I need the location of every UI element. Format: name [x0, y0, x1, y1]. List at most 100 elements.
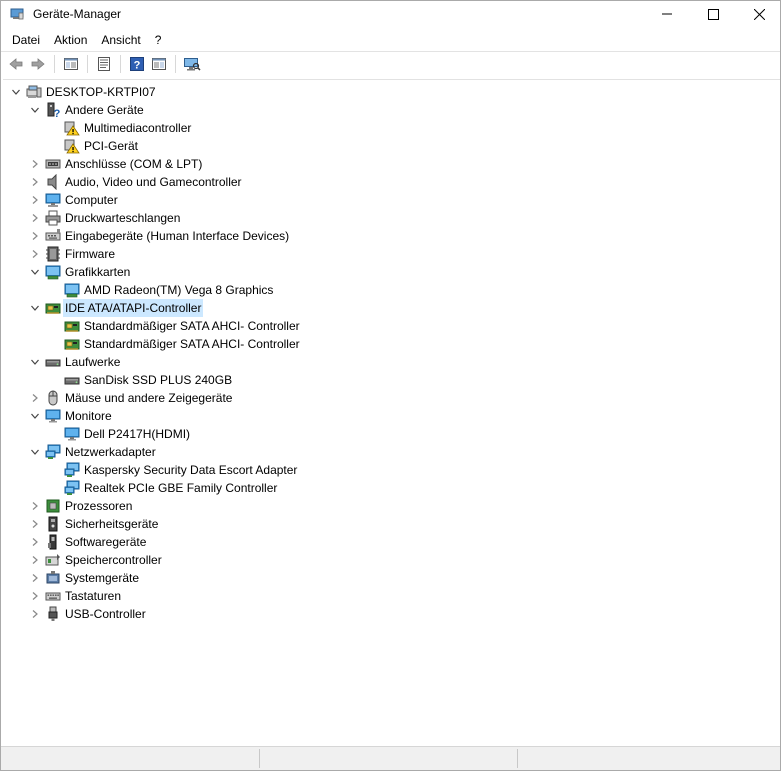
tree-item-label[interactable]: Computer — [63, 191, 120, 209]
tree-item-label[interactable]: Grafikkarten — [63, 263, 132, 281]
title-bar[interactable]: Geräte-Manager — [1, 1, 780, 27]
tree-item-label[interactable]: Monitore — [63, 407, 114, 425]
show-hide-console-tree-button[interactable] — [60, 53, 82, 75]
tree-item-label[interactable]: Eingabegeräte (Human Interface Devices) — [63, 227, 291, 245]
tree-category[interactable]: Anschlüsse (COM & LPT) — [3, 155, 780, 173]
tree-device[interactable]: Multimediacontroller — [3, 119, 780, 137]
tree-expander[interactable] — [29, 500, 41, 512]
tree-item-label[interactable]: Firmware — [63, 245, 117, 263]
tree-item-label[interactable]: DESKTOP-KRTPI07 — [44, 83, 158, 101]
tree-expander[interactable] — [29, 590, 41, 602]
tree-device[interactable]: Dell P2417H(HDMI) — [3, 425, 780, 443]
menu-ansicht[interactable]: Ansicht — [95, 30, 148, 50]
tree-expander[interactable] — [29, 176, 41, 188]
tree-item-label[interactable]: USB-Controller — [63, 605, 148, 623]
tree-expander[interactable] — [29, 356, 41, 368]
tree-item-label[interactable]: Standardmäßiger SATA AHCI- Controller — [82, 335, 302, 353]
menu-help[interactable]: ? — [149, 30, 170, 50]
action-pane-button[interactable] — [148, 53, 170, 75]
tree-expander[interactable] — [29, 248, 41, 260]
tree-item-label[interactable]: Netzwerkadapter — [63, 443, 158, 461]
tree-item-label[interactable]: Audio, Video und Gamecontroller — [63, 173, 244, 191]
tree-item-label[interactable]: Systemgeräte — [63, 569, 141, 587]
tree-item-label[interactable]: Softwaregeräte — [63, 533, 148, 551]
tree-expander[interactable] — [29, 194, 41, 206]
tree-expander[interactable] — [29, 410, 41, 422]
tree-item-label[interactable]: Laufwerke — [63, 353, 122, 371]
scan-hardware-icon — [184, 58, 201, 71]
tree-expander[interactable] — [29, 266, 41, 278]
tree-category[interactable]: Mäuse und andere Zeigegeräte — [3, 389, 780, 407]
tree-category[interactable]: Monitore — [3, 407, 780, 425]
tree-expander[interactable] — [29, 608, 41, 620]
device-tree[interactable]: DESKTOP-KRTPI07? Andere Geräte Multimediac… — [3, 79, 780, 746]
tree-category[interactable]: Speichercontroller — [3, 551, 780, 569]
tree-expander[interactable] — [29, 572, 41, 584]
tree-device[interactable]: Standardmäßiger SATA AHCI- Controller — [3, 317, 780, 335]
tree-item-label[interactable]: Mäuse und andere Zeigegeräte — [63, 389, 234, 407]
scan-hardware-button[interactable] — [181, 53, 203, 75]
help-button[interactable]: ? — [126, 53, 148, 75]
tree-item-label[interactable]: Anschlüsse (COM & LPT) — [63, 155, 204, 173]
tree-item-label[interactable]: Andere Geräte — [63, 101, 146, 119]
tree-category[interactable]: Audio, Video und Gamecontroller — [3, 173, 780, 191]
tree-expander[interactable] — [29, 392, 41, 404]
close-button[interactable] — [736, 1, 781, 27]
tree-expander[interactable] — [29, 212, 41, 224]
tree-category[interactable]: Grafikkarten — [3, 263, 780, 281]
tree-category[interactable]: Netzwerkadapter — [3, 443, 780, 461]
tree-item-label[interactable]: IDE ATA/ATAPI-Controller — [63, 299, 204, 317]
tree-category[interactable]: Computer — [3, 191, 780, 209]
minimize-button[interactable] — [644, 1, 690, 27]
tree-device[interactable]: Realtek PCIe GBE Family Controller — [3, 479, 780, 497]
tree-item-label[interactable]: Standardmäßiger SATA AHCI- Controller — [82, 317, 302, 335]
tree-expander[interactable] — [29, 158, 41, 170]
tree-item-label[interactable]: Kaspersky Security Data Escort Adapter — [82, 461, 299, 479]
tree-item-label[interactable]: Tastaturen — [63, 587, 123, 605]
tree-expander[interactable] — [29, 554, 41, 566]
tree-category[interactable]: Prozessoren — [3, 497, 780, 515]
tree-item-label[interactable]: Prozessoren — [63, 497, 134, 515]
tree-item-label[interactable]: PCI-Gerät — [82, 137, 140, 155]
menu-datei[interactable]: Datei — [1, 30, 48, 50]
tree-item-label[interactable]: Speichercontroller — [63, 551, 164, 569]
tree-expander[interactable] — [29, 446, 41, 458]
back-button[interactable] — [5, 53, 27, 75]
menu-aktion[interactable]: Aktion — [48, 30, 95, 50]
tree-expander[interactable] — [29, 536, 41, 548]
tree-item-label[interactable]: AMD Radeon(TM) Vega 8 Graphics — [82, 281, 275, 299]
tree-device[interactable]: Standardmäßiger SATA AHCI- Controller — [3, 335, 780, 353]
tree-expander[interactable] — [29, 104, 41, 116]
tree-item-label[interactable]: Druckwarteschlangen — [63, 209, 182, 227]
toolbar-separator — [120, 55, 121, 73]
tree-device[interactable]: SanDisk SSD PLUS 240GB — [3, 371, 780, 389]
tree-category[interactable]: Systemgeräte — [3, 569, 780, 587]
tree-expander[interactable] — [29, 518, 41, 530]
tree-category[interactable]: ? Andere Geräte — [3, 101, 780, 120]
tree-expander[interactable] — [29, 302, 41, 314]
tree-item-label[interactable]: Realtek PCIe GBE Family Controller — [82, 479, 279, 497]
forward-button[interactable] — [27, 53, 49, 75]
properties-button[interactable] — [93, 53, 115, 75]
tree-category[interactable]: Tastaturen — [3, 587, 780, 605]
tree-category[interactable]: Druckwarteschlangen — [3, 209, 780, 227]
tree-category[interactable]: IDE ATA/ATAPI-Controller — [3, 299, 780, 317]
tree-category[interactable]: Eingabegeräte (Human Interface Devices) — [3, 227, 780, 245]
tree-item-label[interactable]: SanDisk SSD PLUS 240GB — [82, 371, 234, 389]
maximize-button[interactable] — [690, 1, 736, 27]
tree-device[interactable]: AMD Radeon(TM) Vega 8 Graphics — [3, 281, 780, 299]
tree-category[interactable]: Softwaregeräte — [3, 533, 780, 551]
tree-item-label[interactable]: Multimediacontroller — [82, 119, 193, 137]
tree-category[interactable]: Laufwerke — [3, 353, 780, 371]
tree-category[interactable]: USB-Controller — [3, 605, 780, 623]
tree-category[interactable]: Firmware — [3, 245, 780, 263]
tree-category[interactable]: Sicherheitsgeräte — [3, 515, 780, 533]
tree-item-label[interactable]: Sicherheitsgeräte — [63, 515, 160, 533]
tree-device[interactable]: Kaspersky Security Data Escort Adapter — [3, 461, 780, 479]
tree-expander[interactable] — [29, 230, 41, 242]
tree-expander[interactable] — [10, 86, 22, 98]
chevron-right-icon — [32, 178, 38, 186]
tree-root[interactable]: DESKTOP-KRTPI07 — [3, 83, 780, 101]
tree-item-label[interactable]: Dell P2417H(HDMI) — [82, 425, 192, 443]
tree-device[interactable]: PCI-Gerät — [3, 137, 780, 155]
